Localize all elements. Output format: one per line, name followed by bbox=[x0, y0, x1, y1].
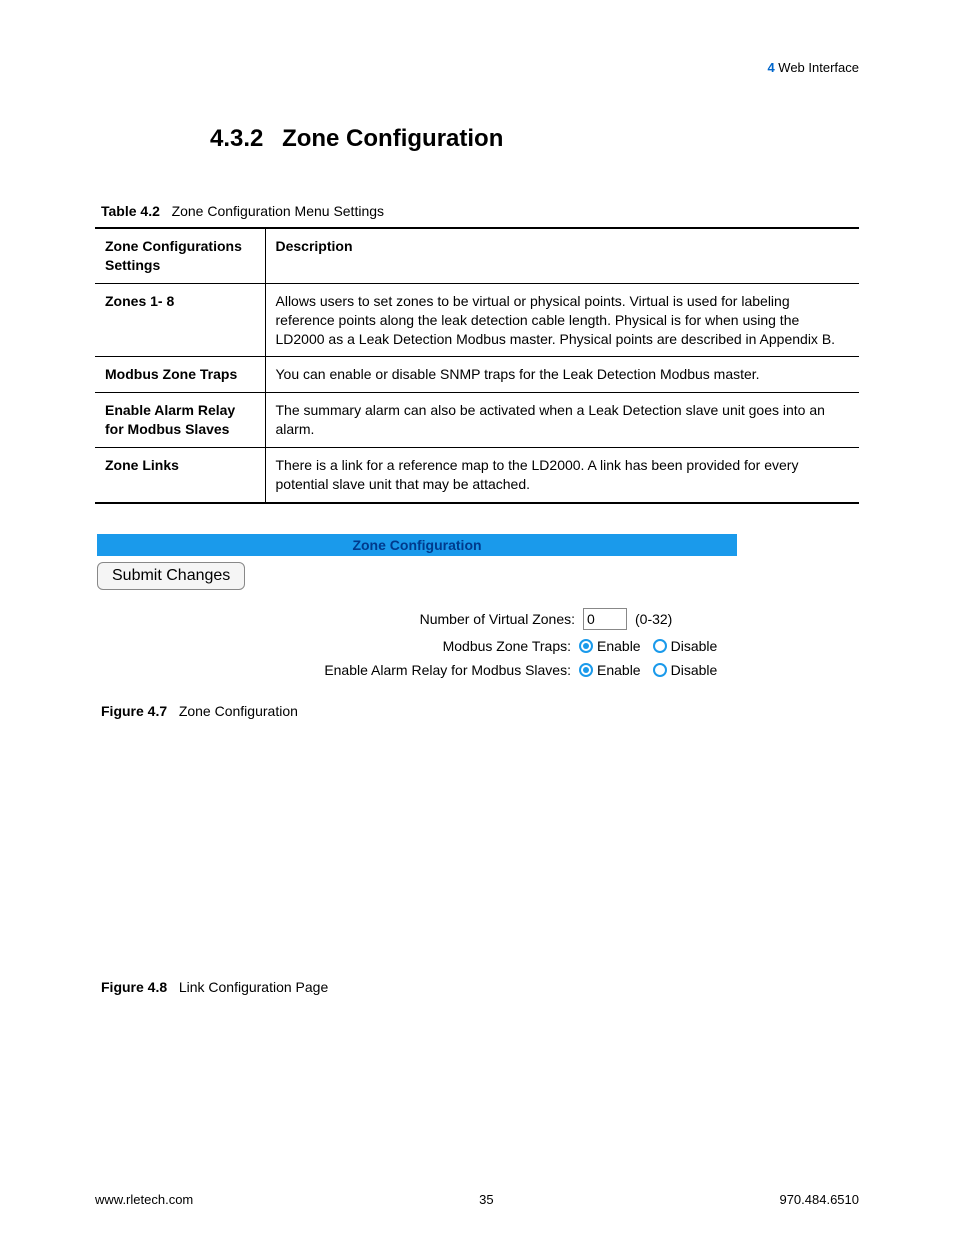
zone-config-banner: Zone Configuration bbox=[97, 534, 737, 556]
figure-7-caption: Figure 4.7 Zone Configuration bbox=[101, 703, 859, 719]
table-caption-text: Zone Configuration Menu Settings bbox=[172, 203, 384, 219]
chapter-title: Web Interface bbox=[778, 60, 859, 75]
section-number: 4.3.2 bbox=[210, 125, 263, 152]
modbus-traps-row: Modbus Zone Traps: Enable Disable bbox=[95, 638, 735, 654]
virtual-zones-input[interactable] bbox=[583, 608, 627, 630]
virtual-zones-range: (0-32) bbox=[635, 611, 735, 627]
section-title: Zone Configuration bbox=[282, 125, 503, 152]
table-row: Modbus Zone Traps You can enable or disa… bbox=[95, 357, 859, 393]
figure-number: Figure 4.8 bbox=[101, 979, 167, 995]
page-header: 4 Web Interface bbox=[95, 60, 859, 75]
zone-config-screenshot: Zone Configuration Submit Changes Number… bbox=[95, 534, 859, 678]
table-header-description: Description bbox=[265, 228, 859, 283]
form-area: Number of Virtual Zones: (0-32) Modbus Z… bbox=[95, 608, 735, 678]
modbus-traps-disable-radio[interactable] bbox=[653, 639, 667, 653]
page-footer: www.rletech.com 35 970.484.6510 bbox=[95, 1192, 859, 1207]
figure-text: Zone Configuration bbox=[179, 703, 298, 719]
table-row: Zone Links There is a link for a referen… bbox=[95, 448, 859, 503]
figure-8-caption: Figure 4.8 Link Configuration Page bbox=[101, 979, 859, 995]
setting-description: The summary alarm can also be activated … bbox=[265, 393, 859, 448]
table-header-row: Zone Configurations Settings Description bbox=[95, 228, 859, 283]
setting-description: You can enable or disable SNMP traps for… bbox=[265, 357, 859, 393]
table-header-settings: Zone Configurations Settings bbox=[95, 228, 265, 283]
enable-label: Enable bbox=[597, 638, 641, 654]
disable-label: Disable bbox=[671, 662, 718, 678]
setting-name: Zone Links bbox=[95, 448, 265, 503]
alarm-relay-label: Enable Alarm Relay for Modbus Slaves: bbox=[324, 662, 571, 678]
section-heading: 4.3.2 Zone Configuration bbox=[210, 125, 859, 153]
table-caption-number: Table 4.2 bbox=[101, 203, 160, 219]
table-row: Zones 1- 8 Allows users to set zones to … bbox=[95, 283, 859, 357]
modbus-traps-enable-radio[interactable] bbox=[579, 639, 593, 653]
footer-phone: 970.484.6510 bbox=[779, 1192, 859, 1207]
setting-description: There is a link for a reference map to t… bbox=[265, 448, 859, 503]
table-caption: Table 4.2 Zone Configuration Menu Settin… bbox=[101, 203, 859, 219]
alarm-relay-enable-radio[interactable] bbox=[579, 663, 593, 677]
modbus-traps-radio-group: Enable Disable bbox=[579, 638, 735, 654]
submit-changes-button[interactable]: Submit Changes bbox=[97, 562, 245, 590]
chapter-number: 4 bbox=[767, 60, 774, 75]
setting-name: Modbus Zone Traps bbox=[95, 357, 265, 393]
zone-config-table: Zone Configurations Settings Description… bbox=[95, 227, 859, 504]
setting-name: Zones 1- 8 bbox=[95, 283, 265, 357]
virtual-zones-row: Number of Virtual Zones: (0-32) bbox=[95, 608, 735, 630]
modbus-traps-label: Modbus Zone Traps: bbox=[443, 638, 571, 654]
setting-name: Enable Alarm Relay for Modbus Slaves bbox=[95, 393, 265, 448]
table-row: Enable Alarm Relay for Modbus Slaves The… bbox=[95, 393, 859, 448]
disable-label: Disable bbox=[671, 638, 718, 654]
alarm-relay-row: Enable Alarm Relay for Modbus Slaves: En… bbox=[95, 662, 735, 678]
virtual-zones-label: Number of Virtual Zones: bbox=[420, 611, 575, 627]
figure-number: Figure 4.7 bbox=[101, 703, 167, 719]
alarm-relay-disable-radio[interactable] bbox=[653, 663, 667, 677]
footer-page-number: 35 bbox=[479, 1192, 493, 1207]
alarm-relay-radio-group: Enable Disable bbox=[579, 662, 735, 678]
figure-text: Link Configuration Page bbox=[179, 979, 328, 995]
footer-url: www.rletech.com bbox=[95, 1192, 193, 1207]
enable-label: Enable bbox=[597, 662, 641, 678]
setting-description: Allows users to set zones to be virtual … bbox=[265, 283, 859, 357]
